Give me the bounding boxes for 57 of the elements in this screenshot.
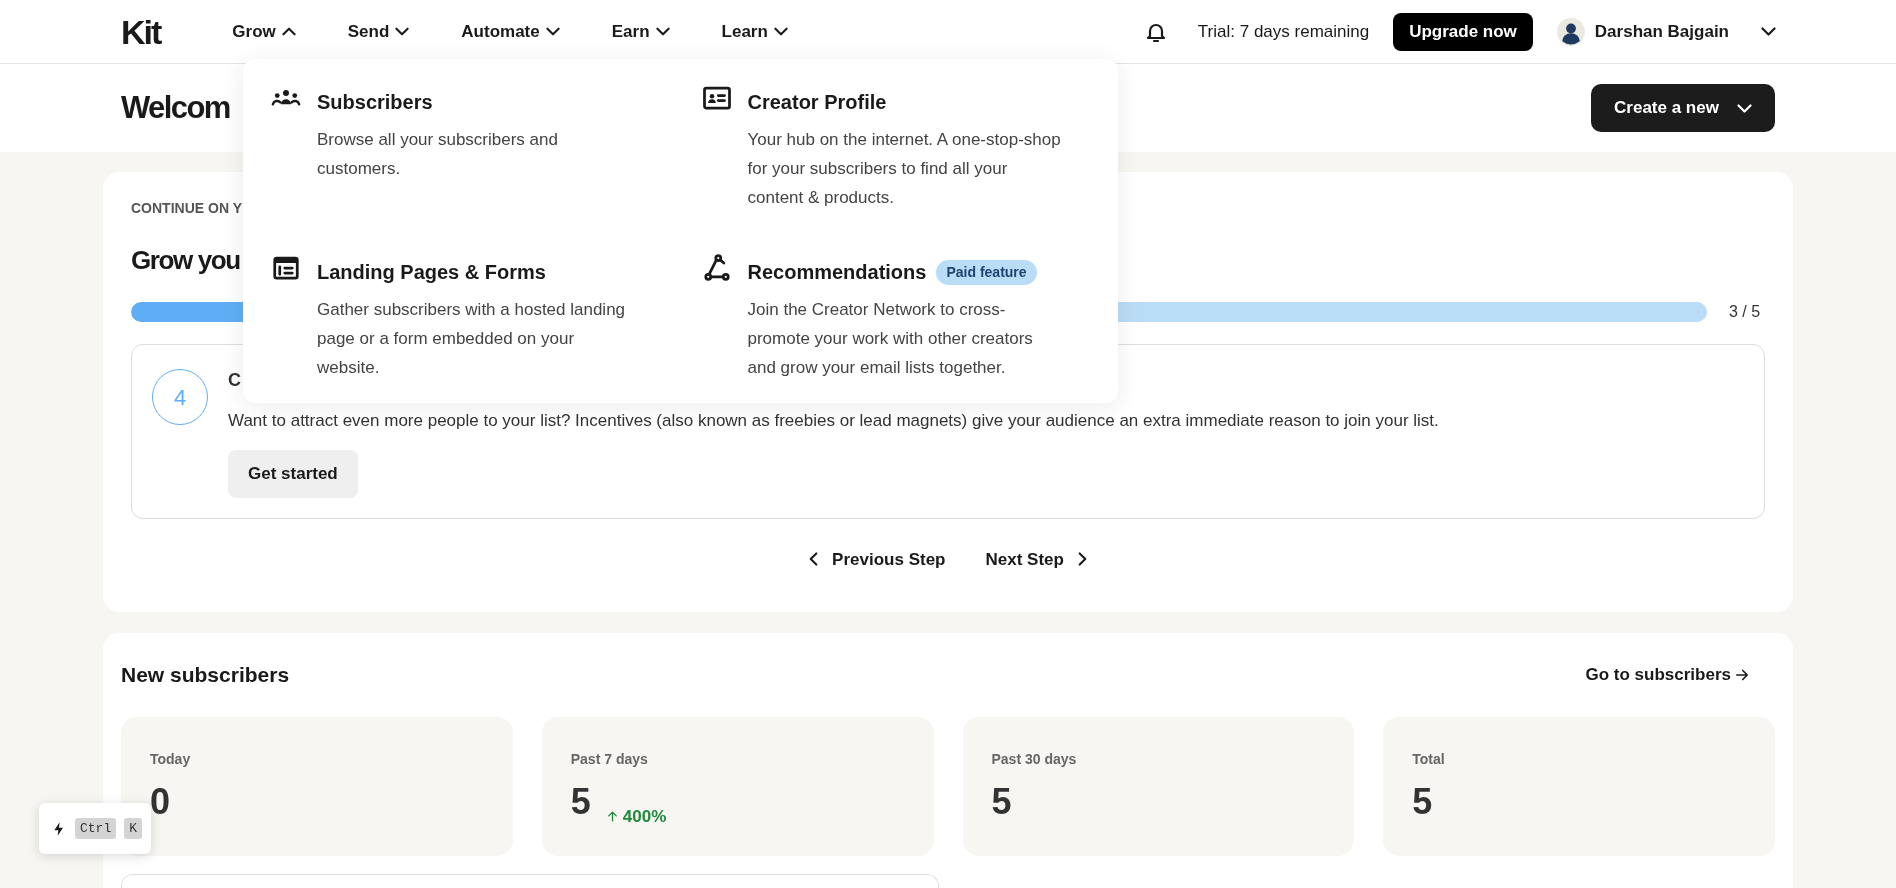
menu-item-description: Gather subscribers with a hosted landing page or a form embedded on your website. [317, 299, 627, 379]
menu-item-description: Browse all your subscribers and customers. [317, 129, 559, 180]
stat-value: 5 [991, 779, 1012, 824]
stat-label: Past 30 days [991, 749, 1078, 769]
go-to-subscribers-link[interactable]: Go to subscribers [1585, 662, 1751, 688]
stat-label: Total [1412, 749, 1446, 769]
chevron-right-icon [1077, 552, 1087, 567]
user-menu[interactable]: Darshan Bajgain [1556, 17, 1776, 46]
chevron-left-icon [809, 552, 819, 567]
nav-menu-item[interactable]: Grow [232, 18, 296, 45]
page-heading: Welcom [121, 88, 230, 127]
stat-value: 5 [570, 779, 591, 824]
nav-menu-item[interactable]: Earn [611, 18, 670, 45]
menu-item-title: Creator Profile [747, 90, 887, 115]
progress-label: 3 / 5 [1729, 302, 1762, 322]
logo[interactable]: Kit [121, 14, 161, 49]
step-title: C [228, 369, 241, 392]
nav-menu-item[interactable]: Automate [461, 18, 560, 45]
nav-menu-item[interactable]: Send [347, 18, 410, 45]
chevron-down-icon [773, 27, 788, 36]
keyboard-key: Ctrl [75, 817, 117, 840]
stat-label: Today [150, 749, 192, 769]
chevron-down-icon [545, 27, 560, 36]
menu-item[interactable]: Recommendations Paid feature Join the Creator Network to cross-promote your work with other creators and grow your email lists together. [701, 257, 1092, 403]
menu-item-title: Subscribers [317, 90, 433, 115]
get-started-button[interactable]: Get started [228, 449, 358, 498]
chevron-down-icon [395, 27, 410, 36]
menu-item[interactable]: Landing Pages & Forms Gather subscribers with a hosted landing page or a form embedded on your website. [271, 257, 662, 403]
previous-step-button[interactable]: Previous Step [809, 546, 946, 572]
command-shortcut-button[interactable]: Ctrl K [39, 803, 151, 854]
section-eyebrow: CONTINUE ON Y [131, 199, 242, 218]
nav-menu-item[interactable]: Learn [721, 18, 788, 45]
menu-item-title: Recommendations [747, 260, 927, 285]
stat-value: 0 [150, 779, 171, 824]
keyboard-key: K [124, 817, 143, 840]
stat-label: Past 7 days [570, 749, 649, 769]
chevron-down-icon [1736, 103, 1752, 113]
section-heading: Grow you [131, 244, 240, 277]
chevron-up-icon [281, 27, 296, 36]
chevron-down-icon [655, 27, 670, 36]
stat-change: 400% [604, 804, 667, 830]
stat-value: 5 [1412, 779, 1433, 824]
chevron-down-icon [1761, 27, 1776, 36]
network-icon [701, 253, 732, 283]
menu-item[interactable]: Subscribers Browse all your subscribers and customers. [271, 87, 662, 233]
menu-item-description: Your hub on the internet. A one-stop-shop for your subscribers to find all your content & products. [747, 129, 1062, 209]
step-description: Want to attract even more people to your list? Incentives (also known as freebies or lead magnets) give your audience an extra immediate reason to join your list. [228, 410, 1439, 432]
avatar-icon [1556, 17, 1585, 46]
paid-feature-badge: Paid feature [936, 259, 1037, 285]
upgrade-button[interactable]: Upgrade now [1393, 12, 1533, 51]
create-new-button[interactable]: Create a new [1591, 84, 1775, 132]
trial-status-text: Trial: 7 days remaining [1197, 20, 1370, 43]
menu-item-title: Landing Pages & Forms [317, 260, 546, 285]
next-step-button[interactable]: Next Step [985, 546, 1087, 572]
menu-item-description: Join the Creator Network to cross-promote your work with other creators and grow your email lists together. [747, 299, 1034, 379]
menu-item[interactable]: Creator Profile Your hub on the internet. A one-stop-shop for your subscribers to find all your content & products. [701, 87, 1092, 233]
card-heading: New subscribers [121, 662, 290, 688]
